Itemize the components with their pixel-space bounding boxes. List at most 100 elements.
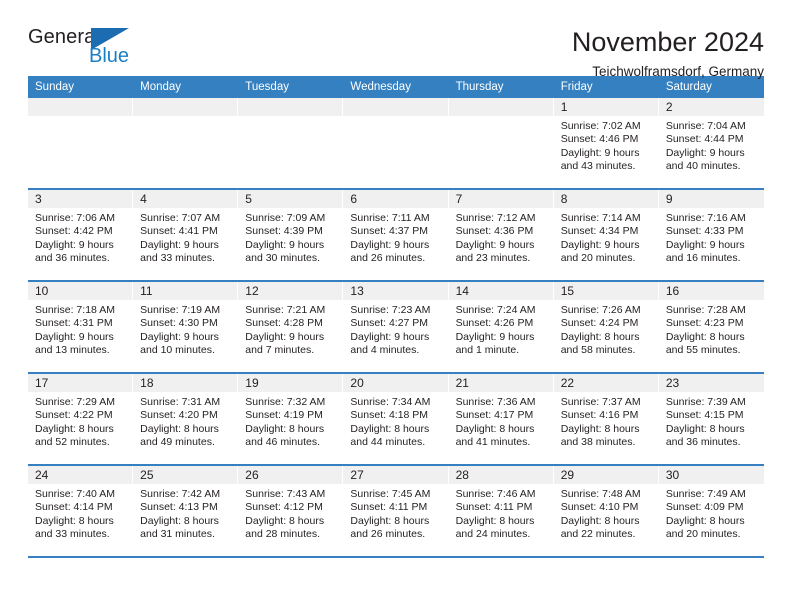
day-details: Sunrise: 7:14 AM Sunset: 4:34 PM Daylight:… <box>554 208 658 266</box>
calendar-day-cell[interactable]: 5 Sunrise: 7:09 AM Sunset: 4:39 PM Daylight… <box>238 190 344 280</box>
calendar-day-cell[interactable]: 25 Sunrise: 7:42 AM Sunset: 4:13 PM Dayligh… <box>133 466 239 556</box>
calendar-day-cell[interactable]: 14 Sunrise: 7:24 AM Sunset: 4:26 PM Dayligh… <box>448 282 554 372</box>
day-details: Sunrise: 7:19 AM Sunset: 4:30 PM Daylight:… <box>133 300 237 358</box>
day-details: Sunrise: 7:31 AM Sunset: 4:20 PM Daylight:… <box>133 392 237 450</box>
calendar-day-cell[interactable]: 23 Sunrise: 7:39 AM Sunset: 4:15 PM Dayligh… <box>658 374 764 464</box>
day-details: Sunrise: 7:37 AM Sunset: 4:16 PM Daylight:… <box>554 392 658 450</box>
day-number-band: 20 <box>343 374 448 392</box>
day-number-band: 12 <box>238 282 343 300</box>
calendar-day-cell[interactable]: 26 Sunrise: 7:43 AM Sunset: 4:12 PM Dayligh… <box>238 466 344 556</box>
daylight-text: Daylight: 8 hours and 58 minutes. <box>560 330 640 357</box>
calendar-day-cell[interactable]: 16 Sunrise: 7:28 AM Sunset: 4:23 PM Dayligh… <box>658 282 764 372</box>
weekday-header-wednesday: Wednesday <box>350 81 411 93</box>
calendar-day-cell[interactable]: 13 Sunrise: 7:23 AM Sunset: 4:27 PM Dayligh… <box>343 282 449 372</box>
calendar-day-cell[interactable]: 24 Sunrise: 7:40 AM Sunset: 4:14 PM Dayligh… <box>28 466 134 556</box>
calendar-day-cell[interactable]: 20 Sunrise: 7:34 AM Sunset: 4:18 PM Dayligh… <box>343 374 449 464</box>
day-number-band: 14 <box>448 282 553 300</box>
sunrise-text: Sunrise: 7:07 AM <box>140 212 221 224</box>
weekday-header-sunday: Sunday <box>35 81 75 93</box>
day-number: 3 <box>35 192 42 206</box>
calendar-day-cell[interactable]: 1 Sunrise: 7:02 AM Sunset: 4:46 PM Daylight… <box>553 98 659 188</box>
daylight-text: Daylight: 9 hours and 40 minutes. <box>665 146 745 173</box>
day-number: 19 <box>245 376 259 390</box>
sunrise-text: Sunrise: 7:39 AM <box>665 396 746 408</box>
calendar-day-cell[interactable]: 29 Sunrise: 7:48 AM Sunset: 4:10 PM Dayligh… <box>553 466 659 556</box>
sunset-text: Sunset: 4:12 PM <box>245 501 323 514</box>
day-number-band <box>448 98 553 116</box>
calendar-day-cell[interactable]: 6 Sunrise: 7:11 AM Sunset: 4:37 PM Daylight… <box>343 190 449 280</box>
sunset-text: Sunset: 4:26 PM <box>455 317 534 330</box>
sunrise-text: Sunrise: 7:45 AM <box>350 488 431 500</box>
day-number-band: 25 <box>133 466 238 484</box>
calendar-day-cell[interactable]: 11 Sunrise: 7:19 AM Sunset: 4:30 PM Dayligh… <box>133 282 239 372</box>
sunset-text: Sunset: 4:14 PM <box>35 501 113 514</box>
calendar-day-cell[interactable]: 2 Sunrise: 7:04 AM Sunset: 4:44 PM Daylight… <box>658 98 764 188</box>
daylight-text: Daylight: 9 hours and 16 minutes. <box>665 238 745 265</box>
sunset-text: Sunset: 4:24 PM <box>560 317 639 330</box>
calendar-day-cell[interactable]: 10 Sunrise: 7:18 AM Sunset: 4:31 PM Dayligh… <box>28 282 134 372</box>
day-details: Sunrise: 7:24 AM Sunset: 4:26 PM Daylight:… <box>449 300 553 358</box>
day-details: Sunrise: 7:11 AM Sunset: 4:37 PM Daylight:… <box>343 208 447 266</box>
calendar-day-cell[interactable]: 22 Sunrise: 7:37 AM Sunset: 4:16 PM Dayligh… <box>553 374 659 464</box>
daylight-text: Daylight: 9 hours and 26 minutes. <box>350 238 430 265</box>
calendar-day-cell[interactable]: 18 Sunrise: 7:31 AM Sunset: 4:20 PM Dayligh… <box>133 374 239 464</box>
calendar-day-cell[interactable]: 30 Sunrise: 7:49 AM Sunset: 4:09 PM Dayligh… <box>658 466 764 556</box>
sunset-text: Sunset: 4:37 PM <box>350 225 429 238</box>
day-number-band <box>238 98 343 116</box>
day-details: Sunrise: 7:07 AM Sunset: 4:41 PM Daylight:… <box>133 208 237 266</box>
sunset-text: Sunset: 4:20 PM <box>140 409 218 422</box>
sunset-text: Sunset: 4:17 PM <box>455 409 534 422</box>
day-details: Sunrise: 7:46 AM Sunset: 4:11 PM Daylight:… <box>449 484 553 542</box>
day-number: 26 <box>245 468 259 482</box>
daylight-text: Daylight: 8 hours and 20 minutes. <box>665 514 745 541</box>
day-number: 4 <box>140 192 147 206</box>
calendar-day-cell[interactable]: 19 Sunrise: 7:32 AM Sunset: 4:19 PM Dayligh… <box>238 374 344 464</box>
sunrise-text: Sunrise: 7:49 AM <box>665 488 746 500</box>
day-number: 1 <box>560 100 568 114</box>
sunset-text: Sunset: 4:10 PM <box>560 501 639 514</box>
daylight-text: Daylight: 9 hours and 33 minutes. <box>140 238 219 265</box>
sunrise-text: Sunrise: 7:31 AM <box>140 396 221 408</box>
day-number: 24 <box>35 468 49 482</box>
sunset-text: Sunset: 4:09 PM <box>665 501 744 514</box>
daylight-text: Daylight: 9 hours and 43 minutes. <box>560 146 640 173</box>
calendar-day-cell[interactable]: 7 Sunrise: 7:12 AM Sunset: 4:36 PM Daylight… <box>448 190 554 280</box>
calendar-day-cell[interactable]: 17 Sunrise: 7:29 AM Sunset: 4:22 PM Dayligh… <box>28 374 134 464</box>
calendar-day-cell[interactable]: 4 Sunrise: 7:07 AM Sunset: 4:41 PM Daylight… <box>133 190 239 280</box>
day-number: 5 <box>245 192 252 206</box>
day-number: 28 <box>455 468 469 482</box>
daylight-text: Daylight: 8 hours and 41 minutes. <box>455 422 535 449</box>
generalblue-logo[interactable]: General Blue <box>28 26 140 74</box>
day-details: Sunrise: 7:29 AM Sunset: 4:22 PM Daylight:… <box>28 392 132 450</box>
sunset-text: Sunset: 4:18 PM <box>350 409 429 422</box>
sunset-text: Sunset: 4:31 PM <box>35 317 113 330</box>
daylight-text: Daylight: 8 hours and 55 minutes. <box>665 330 745 357</box>
calendar-cell-empty <box>343 98 449 188</box>
daylight-text: Daylight: 8 hours and 24 minutes. <box>455 514 535 541</box>
day-number-band: 6 <box>343 190 448 208</box>
calendar-day-cell[interactable]: 27 Sunrise: 7:45 AM Sunset: 4:11 PM Dayligh… <box>343 466 449 556</box>
day-number-band: 15 <box>553 282 658 300</box>
calendar-day-cell[interactable]: 3 Sunrise: 7:06 AM Sunset: 4:42 PM Daylight… <box>28 190 134 280</box>
sunrise-text: Sunrise: 7:46 AM <box>455 488 536 500</box>
day-details: Sunrise: 7:18 AM Sunset: 4:31 PM Daylight:… <box>28 300 132 358</box>
daylight-text: Daylight: 9 hours and 13 minutes. <box>35 330 114 357</box>
daylight-text: Daylight: 9 hours and 20 minutes. <box>560 238 640 265</box>
calendar-day-cell[interactable]: 28 Sunrise: 7:46 AM Sunset: 4:11 PM Dayligh… <box>448 466 554 556</box>
calendar-day-cell[interactable]: 9 Sunrise: 7:16 AM Sunset: 4:33 PM Daylight… <box>658 190 764 280</box>
calendar-day-cell[interactable]: 12 Sunrise: 7:21 AM Sunset: 4:28 PM Dayligh… <box>238 282 344 372</box>
sunset-text: Sunset: 4:39 PM <box>245 225 323 238</box>
sunrise-text: Sunrise: 7:11 AM <box>350 212 430 224</box>
day-number-band: 18 <box>133 374 238 392</box>
day-number-band: 30 <box>658 466 764 484</box>
calendar-day-cell[interactable]: 15 Sunrise: 7:26 AM Sunset: 4:24 PM Dayligh… <box>553 282 659 372</box>
day-number: 13 <box>350 284 364 298</box>
day-number: 29 <box>560 468 575 482</box>
calendar-day-cell[interactable]: 21 Sunrise: 7:36 AM Sunset: 4:17 PM Dayligh… <box>448 374 554 464</box>
calendar-day-cell[interactable]: 8 Sunrise: 7:14 AM Sunset: 4:34 PM Daylight… <box>553 190 659 280</box>
sunset-text: Sunset: 4:34 PM <box>560 225 639 238</box>
sunrise-text: Sunrise: 7:40 AM <box>35 488 115 500</box>
day-details: Sunrise: 7:39 AM Sunset: 4:15 PM Daylight:… <box>659 392 764 450</box>
day-details: Sunrise: 7:16 AM Sunset: 4:33 PM Daylight:… <box>659 208 764 266</box>
sunrise-text: Sunrise: 7:16 AM <box>665 212 746 224</box>
